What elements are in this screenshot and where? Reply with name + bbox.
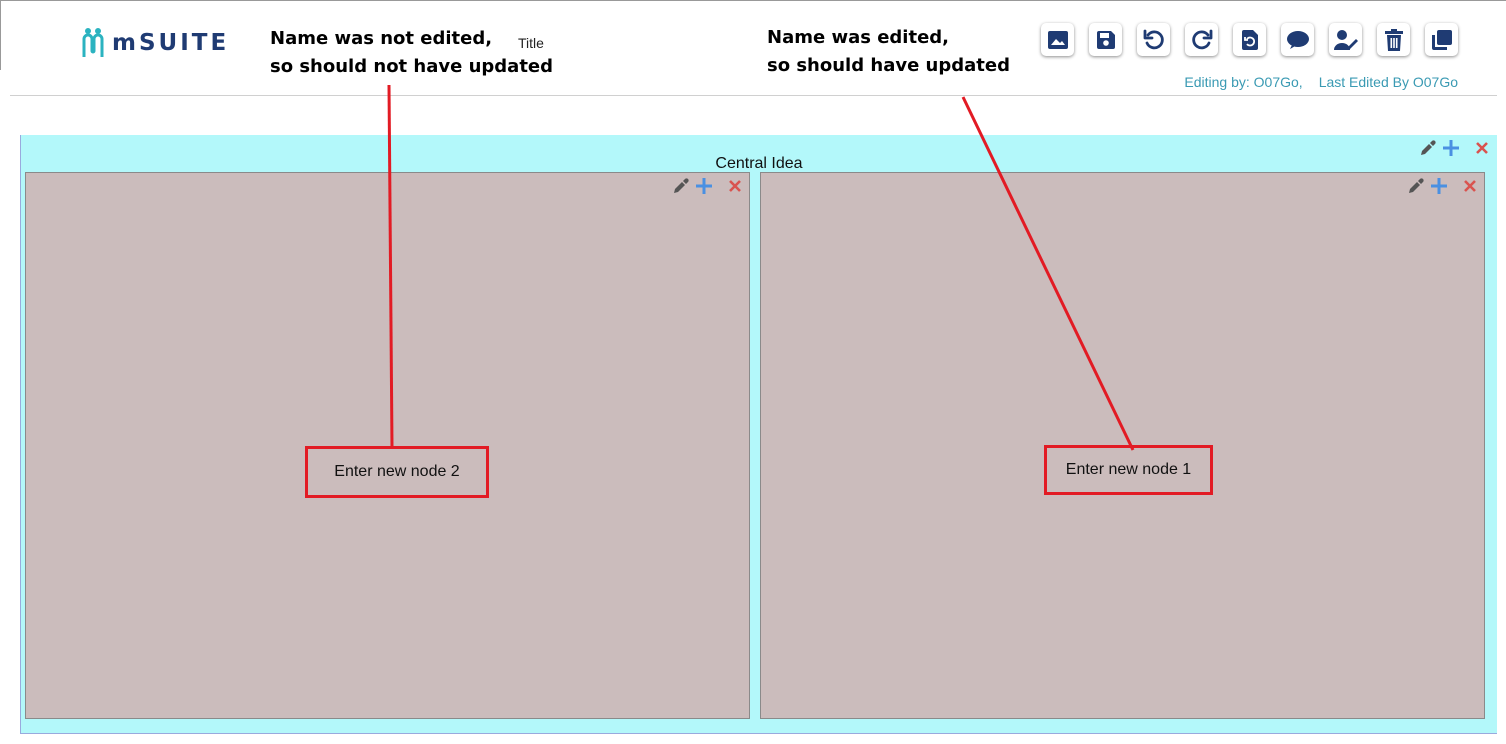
copy-button[interactable] [1425, 23, 1458, 56]
child-node-1-controls [1406, 176, 1480, 196]
annotation-right-line-1: Name was edited, [767, 27, 949, 48]
plus-icon [696, 178, 712, 194]
central-delete-button[interactable] [1472, 138, 1492, 158]
reload-icon [1241, 29, 1258, 50]
msuite-logo: mSUITE [80, 27, 229, 59]
node-2-color-picker-button[interactable] [671, 176, 691, 196]
annotation-right: Name was edited, so should have updated [767, 24, 1010, 80]
reload-button[interactable] [1233, 23, 1266, 56]
msuite-logo-icon [82, 28, 104, 57]
window-left-border [0, 0, 1, 70]
node-1-delete-button[interactable] [1460, 176, 1480, 196]
toolbar [1041, 23, 1458, 56]
central-idea-label[interactable]: Central Idea [21, 155, 1497, 173]
header-divider [10, 95, 1497, 96]
node-2-add-child-button[interactable] [694, 176, 714, 196]
eyedropper-icon [1421, 140, 1436, 155]
editing-status: Editing by: O07Go, Last Edited By O07Go [1184, 74, 1458, 90]
redo-button[interactable] [1185, 23, 1218, 56]
export-image-button[interactable] [1041, 23, 1074, 56]
editing-by-text: Editing by: O07Go, [1184, 74, 1303, 90]
node-2-label-text: Enter new node 2 [334, 463, 460, 480]
comment-button[interactable] [1281, 23, 1314, 56]
close-icon [1464, 180, 1476, 192]
logo-text: mSUITE [112, 30, 230, 56]
save-icon [1096, 30, 1115, 49]
central-add-child-button[interactable] [1441, 138, 1461, 158]
edit-user-button[interactable] [1329, 23, 1362, 56]
node-1-color-picker-button[interactable] [1406, 176, 1426, 196]
child-node-2-controls [671, 176, 745, 196]
last-edited-by-text: Last Edited By O07Go [1318, 74, 1458, 90]
central-node-controls [1418, 138, 1492, 158]
window-top-border [0, 0, 1506, 6]
eyedropper-icon [1409, 178, 1424, 193]
close-icon [729, 180, 741, 192]
comment-icon [1286, 30, 1309, 49]
undo-icon [1143, 29, 1164, 49]
eyedropper-icon [674, 178, 689, 193]
plus-icon [1431, 178, 1447, 194]
plus-icon [1443, 140, 1459, 156]
node-2-delete-button[interactable] [725, 176, 745, 196]
node-1-add-child-button[interactable] [1429, 176, 1449, 196]
node-2-label[interactable]: Enter new node 2 [305, 446, 489, 498]
redo-icon [1191, 29, 1212, 49]
annotation-left-line-2: so should not have updated [270, 56, 554, 77]
node-1-label-text: Enter new node 1 [1065, 461, 1192, 478]
image-icon [1047, 30, 1068, 49]
user-edit-icon [1333, 29, 1358, 50]
close-icon [1476, 142, 1488, 154]
annotation-right-line-2: so should have updated [767, 55, 1010, 76]
annotation-left: Name was not edited, so should not have … [270, 25, 553, 81]
delete-button[interactable] [1377, 23, 1410, 56]
copy-icon [1431, 29, 1452, 50]
central-color-picker-button[interactable] [1418, 138, 1438, 158]
undo-button[interactable] [1137, 23, 1170, 56]
trash-icon [1384, 28, 1403, 51]
save-button[interactable] [1089, 23, 1122, 56]
annotation-left-line-1: Name was not edited, [270, 28, 493, 49]
node-1-label[interactable]: Enter new node 1 [1044, 445, 1213, 495]
